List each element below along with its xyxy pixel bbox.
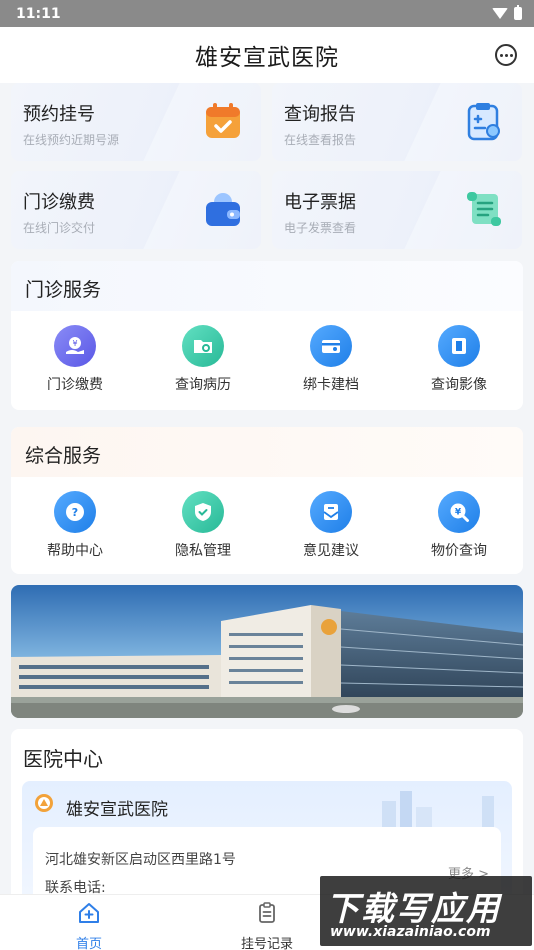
help-icon: ?	[54, 491, 96, 533]
status-bar: 11:11	[0, 0, 534, 27]
svg-text:¥: ¥	[72, 339, 77, 348]
card-icon	[310, 325, 352, 367]
service-feedback[interactable]: 意见建议	[276, 491, 386, 560]
wallet-icon	[206, 193, 240, 226]
report-card[interactable]: 查询报告 在线查看报告	[272, 83, 522, 161]
watermark-url: www.xiazainiao.com	[330, 924, 491, 940]
tab-home[interactable]: 首页	[44, 901, 134, 950]
home-icon	[79, 903, 99, 923]
page-title: 雄安宣武医院	[195, 45, 339, 71]
e-receipt-card[interactable]: 电子票据 电子发票查看	[272, 171, 522, 249]
scroll-icon	[467, 192, 501, 226]
wifi-icon	[492, 8, 508, 19]
outpatient-services-section: 门诊服务 ¥ 门诊缴费 查询病历 绑卡建档 查询影像	[11, 261, 523, 410]
svg-text:¥: ¥	[455, 508, 462, 518]
payment-hand-icon: ¥	[54, 325, 96, 367]
tab-registration-records[interactable]: 挂号记录	[222, 901, 312, 950]
price-search-icon: ¥	[438, 491, 480, 533]
service-label: 绑卡建档	[303, 377, 359, 393]
service-label: 物价查询	[431, 543, 487, 559]
section-title: 医院中心	[23, 747, 103, 771]
section-title: 综合服务	[11, 427, 523, 477]
service-label: 门诊缴费	[47, 377, 103, 393]
service-help-center[interactable]: ? 帮助中心	[20, 491, 130, 560]
svg-text:?: ?	[72, 506, 78, 519]
battery-icon	[514, 5, 522, 20]
hospital-address: 河北雄安新区启动区西里路1号	[45, 852, 236, 868]
film-icon	[438, 325, 480, 367]
service-outpatient-payment[interactable]: ¥ 门诊缴费	[20, 325, 130, 394]
folder-search-icon	[182, 325, 224, 367]
service-label: 查询病历	[175, 377, 231, 393]
service-imaging[interactable]: 查询影像	[404, 325, 514, 394]
shield-check-icon	[182, 491, 224, 533]
clipboard-report-icon	[467, 103, 500, 141]
service-label: 意见建议	[303, 543, 359, 559]
service-label: 查询影像	[431, 377, 487, 393]
service-privacy[interactable]: 隐私管理	[148, 491, 258, 560]
service-label: 隐私管理	[175, 543, 231, 559]
watermark: 下载写应用 www.xiazainiao.com	[320, 876, 532, 946]
app-header: 雄安宣武医院	[0, 27, 534, 83]
section-title: 门诊服务	[11, 261, 523, 311]
city-skyline-icon	[382, 791, 494, 831]
hospital-logo-icon	[35, 794, 53, 812]
hospital-name: 雄安宣武医院	[66, 800, 168, 820]
general-services-section: 综合服务 ? 帮助中心 隐私管理 意见建议 ¥ 物价查询	[11, 427, 523, 574]
service-label: 帮助中心	[47, 543, 103, 559]
tab-label: 首页	[75, 937, 102, 950]
service-medical-records[interactable]: 查询病历	[148, 325, 258, 394]
tab-label: 挂号记录	[240, 937, 293, 950]
watermark-text: 下载写应用	[326, 889, 501, 928]
records-icon	[259, 902, 275, 923]
appointment-card[interactable]: 预约挂号 在线预约近期号源	[11, 83, 261, 161]
outpatient-payment-card[interactable]: 门诊缴费 在线门诊交付	[11, 171, 261, 249]
message-icon[interactable]	[495, 44, 517, 66]
status-time: 11:11	[16, 5, 61, 22]
service-price-query[interactable]: ¥ 物价查询	[404, 491, 514, 560]
hospital-banner-image[interactable]	[11, 585, 523, 718]
calendar-icon	[206, 103, 240, 138]
mail-feedback-icon	[310, 491, 352, 533]
service-bind-card[interactable]: 绑卡建档	[276, 325, 386, 394]
